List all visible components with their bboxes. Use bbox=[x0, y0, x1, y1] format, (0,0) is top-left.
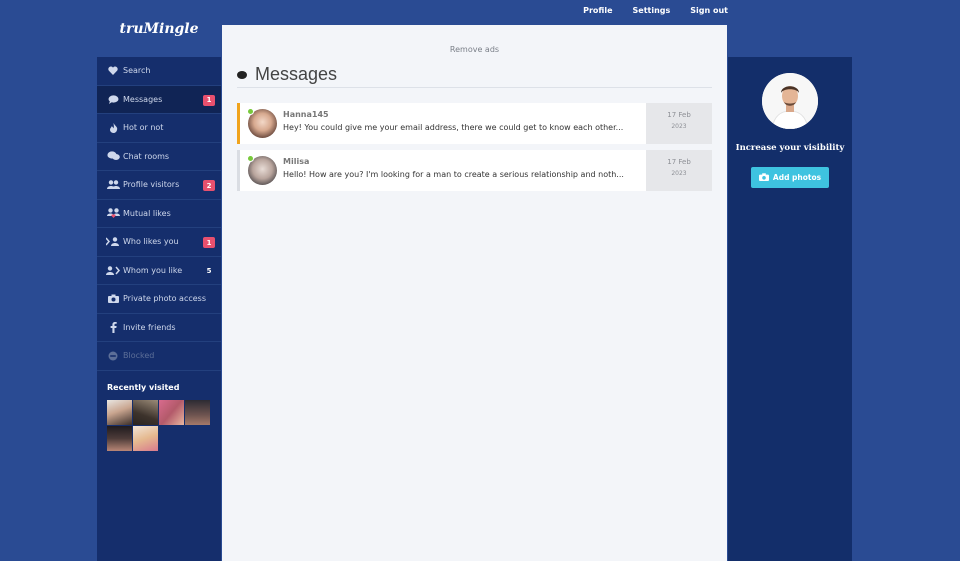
visibility-heading: Increase your visibility bbox=[735, 143, 845, 153]
conversation-item[interactable]: Milisa Hello! How are you? I'm looking f… bbox=[237, 150, 712, 191]
sidebar-item-label: Profile visitors bbox=[123, 180, 180, 190]
conversation-body: Milisa Hello! How are you? I'm looking f… bbox=[283, 150, 646, 191]
logo[interactable]: truMingle bbox=[97, 0, 221, 57]
sender-name: Milisa bbox=[283, 157, 310, 166]
avatar bbox=[247, 108, 277, 138]
camera-icon bbox=[106, 294, 120, 304]
recently-visited-title: Recently visited bbox=[107, 382, 180, 392]
heart-icon bbox=[106, 66, 120, 76]
who-likes-icon bbox=[106, 237, 120, 247]
sidebar-item-invite-friends[interactable]: Invite friends bbox=[97, 314, 221, 342]
main-content: Remove ads Messages Hanna145 Hey! You co… bbox=[222, 25, 727, 561]
sidebar-item-label: Invite friends bbox=[123, 322, 176, 332]
chat-rooms-icon bbox=[106, 151, 120, 161]
conversation-list: Hanna145 Hey! You could give me your ema… bbox=[237, 103, 712, 191]
sidebar-item-whom-you-like[interactable]: Whom you like 5 bbox=[97, 257, 221, 285]
sidebar-item-label: Who likes you bbox=[123, 237, 179, 247]
nav-signout-link[interactable]: Sign out bbox=[690, 6, 728, 15]
online-status-dot bbox=[247, 108, 254, 115]
sender-name: Hanna145 bbox=[283, 110, 329, 119]
nav-profile-link[interactable]: Profile bbox=[583, 6, 612, 15]
message-date-day: 17 Feb bbox=[667, 111, 691, 119]
sidebar-item-search[interactable]: Search bbox=[97, 57, 221, 86]
sidebar-item-mutual-likes[interactable]: Mutual likes bbox=[97, 200, 221, 228]
top-nav: Profile Settings Sign out bbox=[583, 6, 728, 15]
sidebar-menu: Search Messages 1 Hot or not Chat rooms … bbox=[97, 57, 221, 561]
sidebar-item-hot-or-not[interactable]: Hot or not bbox=[97, 114, 221, 143]
profile-avatar[interactable] bbox=[762, 73, 818, 129]
users-icon bbox=[106, 180, 120, 190]
sidebar-item-messages[interactable]: Messages 1 bbox=[97, 85, 221, 114]
who-likes-count-badge: 1 bbox=[203, 237, 215, 248]
flame-icon bbox=[106, 122, 120, 133]
recently-visited-list bbox=[97, 399, 217, 451]
message-date-year: 2023 bbox=[671, 123, 687, 130]
message-date-year: 2023 bbox=[671, 170, 687, 177]
mutual-likes-icon bbox=[106, 208, 120, 219]
conversation-item[interactable]: Hanna145 Hey! You could give me your ema… bbox=[237, 103, 712, 144]
blocked-icon bbox=[106, 351, 120, 361]
sidebar-item-label: Messages bbox=[123, 94, 163, 104]
chat-bubble-icon bbox=[237, 70, 247, 79]
add-photos-label: Add photos bbox=[772, 173, 822, 182]
page-title: Messages bbox=[255, 64, 338, 84]
sidebar-item-who-likes-you[interactable]: Who likes you 1 bbox=[97, 228, 221, 257]
messages-count-badge: 1 bbox=[203, 94, 215, 106]
add-photos-button[interactable]: Add photos bbox=[751, 167, 829, 188]
camera-icon bbox=[758, 172, 769, 183]
remove-ads-link[interactable]: Remove ads bbox=[222, 45, 727, 54]
message-date-day: 17 Feb bbox=[667, 158, 691, 166]
message-date: 17 Feb 2023 bbox=[646, 150, 712, 191]
recent-profile-thumbnail[interactable] bbox=[133, 425, 158, 451]
sidebar-item-private-photo-access[interactable]: Private photo access bbox=[97, 285, 221, 314]
message-date: 17 Feb 2023 bbox=[646, 103, 712, 144]
sidebar: truMingle Search Messages 1 Hot or not C… bbox=[97, 0, 221, 561]
recent-profile-thumbnail[interactable] bbox=[133, 399, 158, 425]
recent-profile-thumbnail[interactable] bbox=[159, 399, 184, 425]
sidebar-item-profile-visitors[interactable]: Profile visitors 2 bbox=[97, 171, 221, 200]
sidebar-item-label: Blocked bbox=[123, 351, 155, 361]
sidebar-item-label: Mutual likes bbox=[123, 208, 171, 218]
sidebar-item-label: Search bbox=[123, 66, 151, 76]
conversation-body: Hanna145 Hey! You could give me your ema… bbox=[283, 103, 646, 144]
avatar bbox=[247, 155, 277, 185]
sidebar-item-label: Hot or not bbox=[123, 123, 164, 133]
recent-profile-thumbnail[interactable] bbox=[107, 399, 132, 425]
nav-settings-link[interactable]: Settings bbox=[633, 6, 671, 15]
visitors-count-badge: 2 bbox=[203, 180, 215, 191]
whom-you-like-count: 5 bbox=[206, 267, 212, 275]
sidebar-item-label: Chat rooms bbox=[123, 151, 170, 161]
recent-profile-thumbnail[interactable] bbox=[185, 399, 210, 425]
facebook-icon bbox=[106, 321, 120, 333]
sidebar-item-chat-rooms[interactable]: Chat rooms bbox=[97, 143, 221, 171]
profile-person-illustration bbox=[762, 73, 818, 129]
sidebar-item-blocked[interactable]: Blocked bbox=[97, 342, 221, 371]
message-preview: Hello! How are you? I'm looking for a ma… bbox=[283, 170, 624, 179]
recent-profile-thumbnail[interactable] bbox=[107, 425, 132, 451]
message-preview: Hey! You could give me your email addres… bbox=[283, 123, 624, 132]
right-panel: Increase your visibility Add photos bbox=[728, 57, 852, 561]
whom-you-like-icon bbox=[106, 265, 120, 275]
page-header: Messages bbox=[237, 64, 712, 88]
sidebar-item-label: Whom you like bbox=[123, 265, 183, 275]
sidebar-item-label: Private photo access bbox=[123, 294, 207, 304]
online-status-dot bbox=[247, 155, 254, 162]
chat-icon bbox=[106, 94, 120, 104]
